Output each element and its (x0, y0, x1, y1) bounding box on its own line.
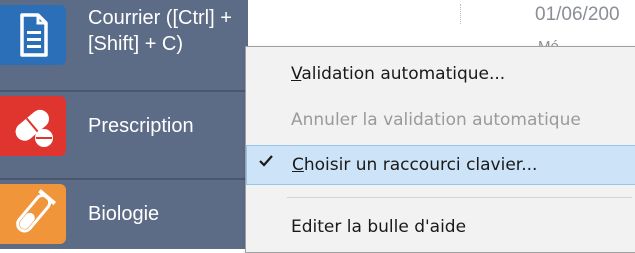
sidebar-item-courrier[interactable]: Courrier ([Ctrl] + [Shift] + C) (0, 0, 330, 90)
menu-accel-key: C (292, 155, 304, 175)
document-icon (0, 5, 66, 65)
sidebar-item-label: Courrier ([Ctrl] + (88, 7, 232, 29)
dotted-separator (460, 4, 462, 24)
menu-item-annuler-validation[interactable]: Annuler la validation automatique (246, 103, 635, 139)
context-menu: Validation automatique... Annuler la val… (245, 46, 635, 253)
pill-icon (0, 96, 66, 156)
sidebar-item-label: Biologie (88, 203, 160, 225)
date-text: 01/06/200 (535, 4, 620, 25)
checkmark-icon (258, 153, 274, 174)
sidebar-item-biologie[interactable]: Biologie (0, 180, 248, 249)
menu-item-choisir-raccourci[interactable]: Choisir un raccourci clavier... (246, 145, 635, 185)
test-tube-icon (0, 184, 66, 244)
menu-item-label: Choisir un raccourci clavier... (292, 155, 537, 175)
menu-separator (287, 197, 632, 198)
menu-item-label: Validation automatique... (291, 64, 505, 84)
sidebar-item-prescription[interactable]: Prescription (0, 92, 248, 178)
sidebar: Courrier ([Ctrl] + [Shift] + C) Prescrip… (0, 0, 330, 249)
menu-item-editer-bulle-aide[interactable]: Editer la bulle d'aide (246, 210, 635, 246)
menu-item-label-rest: hoisir un raccourci clavier... (303, 155, 538, 175)
menu-item-label: Annuler la validation automatique (291, 110, 581, 130)
menu-item-label-rest: alidation automatique... (301, 64, 506, 84)
sidebar-item-label-line2: [Shift] + C) (88, 33, 184, 55)
menu-item-validation-automatique[interactable]: Validation automatique... (246, 57, 635, 93)
sidebar-item-label: Prescription (88, 115, 194, 137)
menu-accel-key: V (291, 64, 302, 84)
menu-item-label: Editer la bulle d'aide (291, 217, 467, 237)
